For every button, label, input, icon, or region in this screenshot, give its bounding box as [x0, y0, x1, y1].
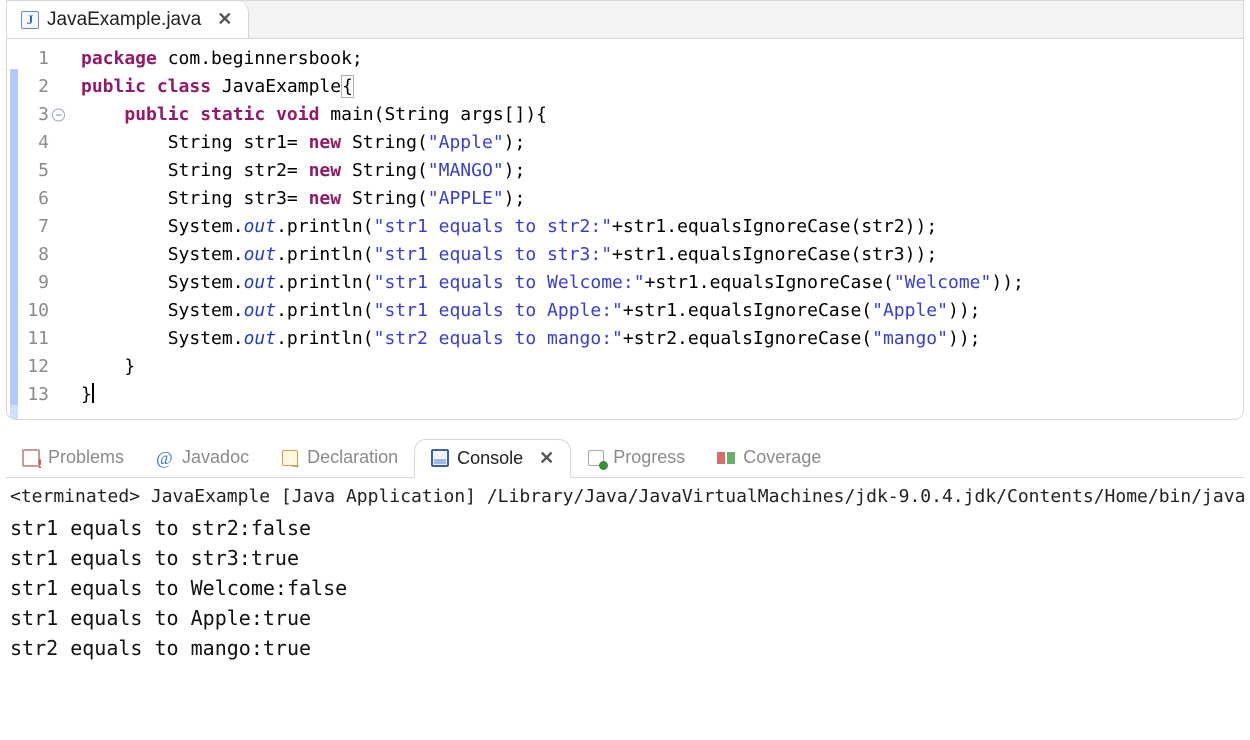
view-tab-label: Problems [48, 447, 124, 468]
editor-tab-bar: J JavaExample.java ✕ [7, 1, 1243, 39]
console-line: str1 equals to str2:false [10, 513, 1240, 543]
view-tab-declaration[interactable]: Declaration [265, 438, 414, 477]
problems-icon [22, 449, 40, 467]
view-tab-progress[interactable]: Progress [571, 438, 701, 477]
code-line[interactable]: package com.beginnersbook; [81, 45, 1243, 73]
editor-panel: J JavaExample.java ✕ 123−45678910111213 … [6, 0, 1244, 420]
line-number: 10 [7, 297, 63, 325]
javadoc-icon: @ [156, 449, 174, 467]
code-area[interactable]: package com.beginnersbook;public class J… [69, 45, 1243, 409]
line-number: 1 [7, 45, 63, 73]
line-number: 12 [7, 353, 63, 381]
view-tab-javadoc[interactable]: @ Javadoc [140, 438, 265, 477]
view-tab-console[interactable]: Console ✕ [414, 439, 571, 478]
code-line[interactable]: String str1= new String("Apple"); [81, 129, 1243, 157]
console-icon [431, 449, 449, 467]
java-file-icon: J [21, 11, 39, 29]
view-tab-label: Console [457, 448, 523, 469]
line-number: 3− [7, 101, 63, 129]
editor-tab-javaexample[interactable]: J JavaExample.java ✕ [7, 1, 249, 38]
line-number: 8 [7, 241, 63, 269]
current-line-highlight [7, 381, 1244, 409]
view-tab-label: Declaration [307, 447, 398, 468]
view-tab-problems[interactable]: Problems [6, 438, 140, 477]
code-line[interactable]: System.out.println("str1 equals to str3:… [81, 241, 1243, 269]
view-tab-label: Coverage [743, 447, 821, 468]
code-line[interactable]: String str2= new String("MANGO"); [81, 157, 1243, 185]
line-number: 4 [7, 129, 63, 157]
line-number: 7 [7, 213, 63, 241]
console-line: str1 equals to Apple:true [10, 603, 1240, 633]
console-line: str1 equals to str3:true [10, 543, 1240, 573]
code-line[interactable]: System.out.println("str2 equals to mango… [81, 325, 1243, 353]
console-status-line: <terminated> JavaExample [Java Applicati… [6, 478, 1244, 511]
line-number: 6 [7, 185, 63, 213]
declaration-icon [281, 449, 299, 467]
view-tab-label: Javadoc [182, 447, 249, 468]
code-line[interactable]: System.out.println("str1 equals to Welco… [81, 269, 1243, 297]
line-number: 13 [7, 381, 63, 409]
code-line[interactable]: } [81, 381, 1243, 409]
view-tab-label: Progress [613, 447, 685, 468]
code-line[interactable]: } [81, 353, 1243, 381]
close-icon[interactable]: ✕ [215, 9, 234, 30]
line-number: 5 [7, 157, 63, 185]
code-line[interactable]: public static void main(String args[]){ [81, 101, 1243, 129]
console-line: str1 equals to Welcome:false [10, 573, 1240, 603]
line-number: 11 [7, 325, 63, 353]
line-number-gutter: 123−45678910111213 [7, 45, 69, 409]
coverage-icon [717, 449, 735, 467]
line-number: 2 [7, 73, 63, 101]
code-line[interactable]: System.out.println("str1 equals to Apple… [81, 297, 1243, 325]
code-line[interactable]: String str3= new String("APPLE"); [81, 185, 1243, 213]
code-line[interactable]: public class JavaExample{ [81, 73, 1243, 101]
line-number: 9 [7, 269, 63, 297]
view-tab-bar: Problems @ Javadoc Declaration Console ✕ Progr… [6, 438, 1244, 478]
fold-toggle-icon[interactable]: − [52, 109, 65, 122]
progress-icon [587, 449, 605, 467]
code-line[interactable]: System.out.println("str1 equals to str2:… [81, 213, 1243, 241]
editor-tab-title: JavaExample.java [47, 9, 201, 31]
close-icon[interactable]: ✕ [539, 448, 554, 469]
console-output[interactable]: str1 equals to str2:falsestr1 equals to … [6, 511, 1244, 665]
bottom-panel: Problems @ Javadoc Declaration Console ✕ Progr… [6, 438, 1244, 665]
editor-body[interactable]: 123−45678910111213 package com.beginners… [7, 39, 1243, 419]
console-line: str2 equals to mango:true [10, 633, 1240, 663]
view-tab-coverage[interactable]: Coverage [701, 438, 837, 477]
